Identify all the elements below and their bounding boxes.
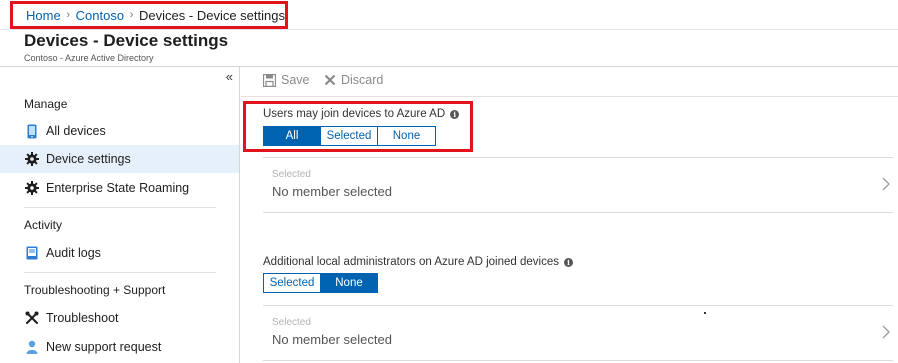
info-icon[interactable]: i: [563, 257, 573, 267]
collapse-sidebar-icon[interactable]: «: [226, 69, 233, 84]
join-devices-option-selected[interactable]: Selected: [321, 127, 378, 145]
local-admins-toggle: Selected None: [263, 273, 378, 293]
join-devices-toggle: All Selected None: [263, 126, 436, 146]
sidebar-section-manage: Manage: [24, 97, 68, 111]
sidebar-item-troubleshoot[interactable]: Troubleshoot: [0, 304, 239, 332]
sidebar-divider: [24, 272, 216, 273]
breadcrumb-home-link[interactable]: Home: [26, 8, 61, 23]
device-icon: [24, 123, 40, 139]
sidebar-section-activity: Activity: [24, 218, 63, 232]
local-admins-setting-label: Additional local administrators on Azure…: [263, 256, 573, 268]
sidebar-item-enterprise-state-roaming[interactable]: Enterprise State Roaming: [0, 174, 239, 202]
sidebar-section-troubleshooting-support: Troubleshooting + Support: [24, 283, 166, 297]
join-devices-member-picker[interactable]: Selected No member selected: [263, 157, 893, 213]
breadcrumb-current: Devices - Device settings: [139, 7, 285, 23]
member-picker-label: Selected: [272, 317, 311, 328]
sidebar-item-device-settings[interactable]: Device settings: [0, 145, 239, 173]
sidebar-divider: [24, 207, 216, 208]
sidebar: « Manage All devices Device settings Ent…: [0, 67, 240, 363]
book-icon: [24, 245, 40, 261]
local-admins-option-selected[interactable]: Selected: [264, 274, 321, 292]
join-devices-option-all[interactable]: All: [264, 127, 321, 145]
sidebar-item-label: Enterprise State Roaming: [46, 181, 190, 195]
breadcrumb-bar: Home › Contoso › Devices - Device settin…: [0, 0, 898, 30]
sidebar-item-new-support-request[interactable]: New support request: [0, 333, 239, 361]
close-icon: [324, 74, 336, 86]
breadcrumb-tenant-link[interactable]: Contoso: [76, 8, 124, 23]
sidebar-item-label: New support request: [46, 340, 162, 354]
info-icon[interactable]: i: [450, 109, 460, 119]
wrench-icon: [24, 310, 40, 326]
member-picker-value: No member selected: [272, 332, 392, 347]
member-picker-label: Selected: [272, 169, 311, 180]
page-title: Devices - Device settings: [24, 31, 229, 50]
save-icon: [263, 73, 276, 87]
chevron-right-icon: ›: [129, 9, 134, 21]
local-admins-member-picker[interactable]: Selected No member selected: [263, 305, 893, 361]
save-button[interactable]: Save: [263, 73, 310, 87]
sidebar-item-all-devices[interactable]: All devices: [0, 117, 239, 145]
member-picker-value: No member selected: [272, 184, 392, 199]
join-devices-option-none[interactable]: None: [378, 127, 435, 145]
breadcrumb: Home › Contoso › Devices - Device settin…: [10, 1, 288, 29]
sidebar-item-label: Troubleshoot: [46, 311, 119, 325]
gear-icon: [24, 151, 40, 167]
sidebar-item-label: Audit logs: [46, 246, 101, 260]
join-devices-setting-label: Users may join devices to Azure AD i: [263, 108, 460, 120]
support-person-icon: [24, 339, 40, 355]
toolbar-divider: [241, 96, 898, 97]
page-subtitle: Contoso - Azure Active Directory: [24, 53, 154, 63]
local-admins-label-text: Additional local administrators on Azure…: [263, 256, 559, 268]
chevron-right-icon: ›: [66, 9, 70, 21]
discard-label: Discard: [341, 73, 384, 87]
gear-icon: [24, 180, 40, 196]
sidebar-item-audit-logs[interactable]: Audit logs: [0, 239, 239, 267]
chevron-right-icon: [882, 325, 890, 344]
chevron-right-icon: [882, 177, 890, 196]
discard-button[interactable]: Discard: [324, 73, 383, 87]
save-label: Save: [281, 73, 310, 87]
sidebar-item-label: Device settings: [46, 152, 131, 166]
local-admins-option-none[interactable]: None: [321, 274, 377, 292]
sidebar-item-label: All devices: [46, 124, 106, 138]
join-devices-label-text: Users may join devices to Azure AD: [263, 108, 446, 120]
